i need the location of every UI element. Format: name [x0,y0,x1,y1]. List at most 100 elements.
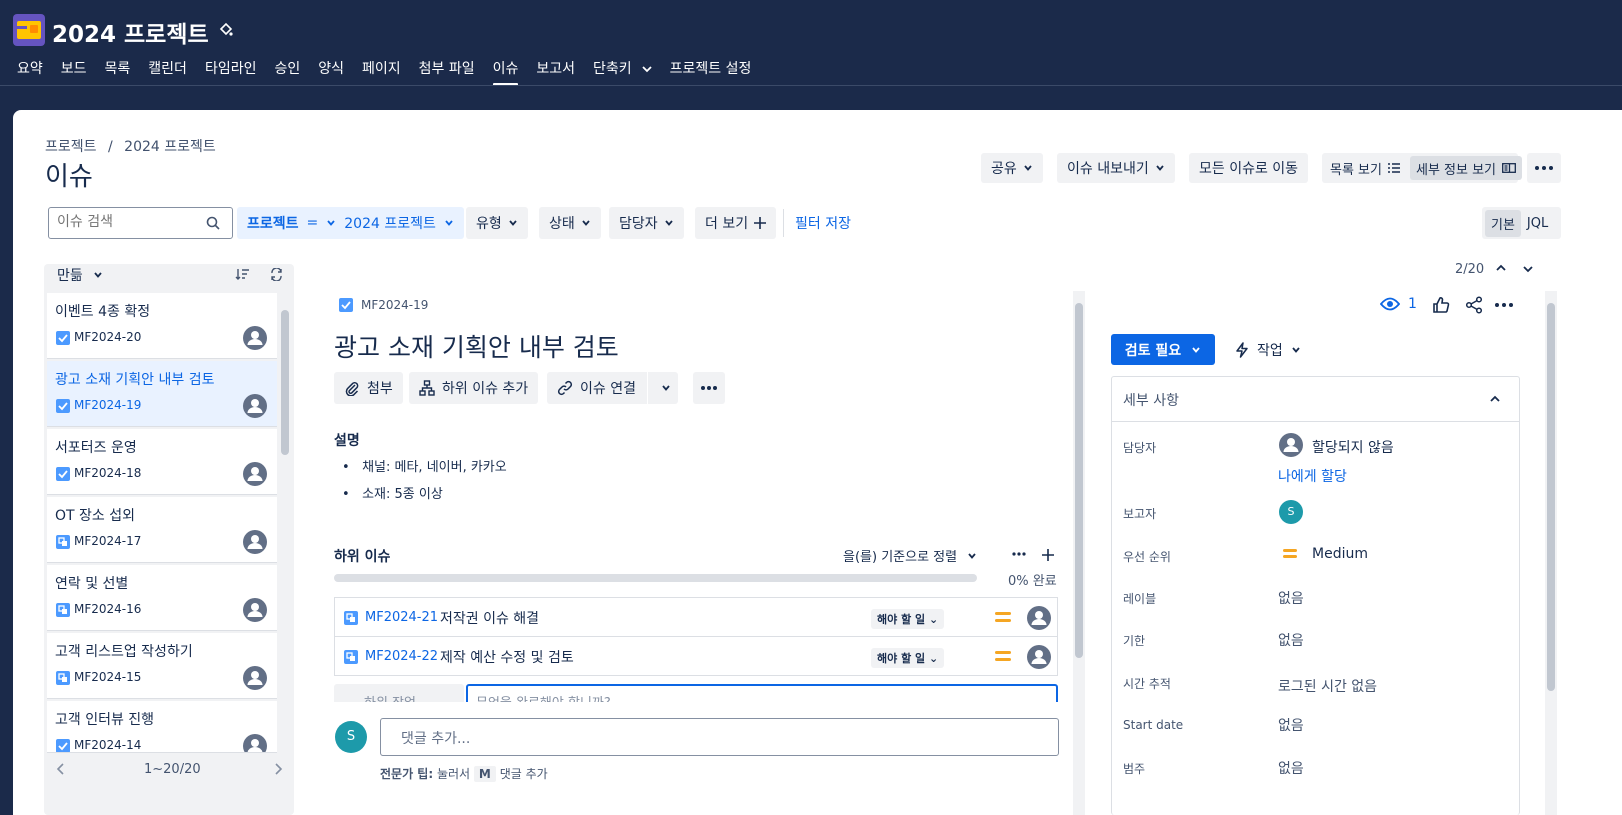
more-icon[interactable] [1012,552,1026,556]
project-nav: 요약 보드 목록 캘린더 타임라인 승인 양식 페이지 첨부 파일 이슈 보고서… [8,57,761,86]
export-issues-button[interactable]: 이슈 내보내기 [1057,153,1175,183]
due-date-value[interactable]: 없음 [1278,630,1304,650]
start-date-value[interactable]: 없음 [1278,715,1304,735]
nav-project-settings[interactable]: 프로젝트 설정 [661,57,761,85]
sidebar-scroll-thumb[interactable] [1547,303,1555,691]
chevron-up-icon[interactable] [1490,395,1500,403]
nav-forms[interactable]: 양식 [309,57,353,85]
breadcrumb-project[interactable]: 2024 프로젝트 [124,139,216,155]
chevron-down-icon[interactable] [1523,265,1533,273]
assign-to-me-link[interactable]: 나에게 할당 [1278,466,1347,486]
comment-input[interactable]: 댓글 추가... [380,718,1059,756]
more-actions-button[interactable] [1527,153,1561,183]
link-issue-label: 이슈 연결 [580,381,636,397]
breadcrumb-projects[interactable]: 프로젝트 [45,139,97,155]
nav-calendar[interactable]: 캘린더 [139,57,196,85]
watch-button[interactable]: 1 [1380,296,1417,312]
type-filter[interactable]: 유형 [466,207,528,239]
nav-issues[interactable]: 이슈 [484,57,528,86]
child-issue-summary[interactable]: 제작 예산 수정 및 검토 [440,647,574,667]
priority-value[interactable]: Medium [1312,546,1368,562]
nav-reports[interactable]: 보고서 [527,57,584,85]
list-item[interactable]: 고객 인터뷰 진행 MF2024-14 [47,701,277,753]
detail-scroll-thumb[interactable] [1075,303,1083,658]
breadcrumb: 프로젝트 / 2024 프로젝트 [45,136,216,156]
list-item[interactable]: OT 장소 섭외 MF2024-17 [47,497,277,563]
avatar[interactable] [1027,645,1051,669]
project-filter-operator[interactable]: = [307,215,319,231]
issue-key[interactable]: MF2024-19 [361,298,428,312]
list-view-button[interactable]: 목록 보기 [1330,159,1410,178]
share-button[interactable]: 공유 [981,153,1043,183]
basic-mode-button[interactable]: 기본 [1485,209,1521,237]
sort-order-icon[interactable] [235,268,249,280]
child-create-input[interactable]: 무엇을 완료해야 합니까? [466,684,1058,702]
child-type-select[interactable]: 하위 작업 [334,684,464,702]
nav-list[interactable]: 목록 [96,57,140,85]
time-tracking-value[interactable]: 로그된 시간 없음 [1278,676,1377,696]
issue-search-input[interactable] [49,208,199,236]
assignee-value[interactable]: 할당되지 않음 [1312,437,1394,457]
chevron-down-icon[interactable] [655,383,677,393]
table-row[interactable]: MF2024-22 제작 예산 수정 및 검토 해야 할 일 ⌄ [334,636,1058,676]
reporter-avatar[interactable]: S [1279,500,1303,524]
assignee-filter[interactable]: 담당자 [609,207,684,239]
description-item[interactable]: • 채널: 메타, 네이버, 카카오 [342,456,507,475]
chevron-down-icon [444,218,454,228]
refresh-icon[interactable] [270,268,283,281]
go-all-issues-button[interactable]: 모든 이슈로 이동 [1189,153,1309,183]
chevron-right-icon[interactable] [273,763,283,775]
list-sort-dropdown[interactable]: 만듦 [57,265,103,285]
chevron-up-icon[interactable] [1496,264,1506,272]
nav-board[interactable]: 보드 [52,57,96,85]
status-button[interactable]: 검토 필요 [1111,334,1215,365]
link-issue-button[interactable]: 이슈 연결 [547,372,678,404]
list-item[interactable]: 이벤트 4종 확정 MF2024-20 [47,293,277,359]
nav-shortcuts[interactable]: 단축키 [584,57,661,85]
list-item-selected[interactable]: 광고 소재 기획안 내부 검토 MF2024-19 [47,361,277,427]
automation-button[interactable]: 작업 [1235,340,1301,360]
status-dropdown[interactable]: 해야 할 일 ⌄ [871,609,945,629]
child-sort-dropdown[interactable]: 을(를) 기준으로 정렬 [843,546,977,565]
more-filters-button[interactable]: 더 보기 [695,207,777,239]
list-item[interactable]: 연락 및 선별 MF2024-16 [47,565,277,631]
priority-medium-icon [995,649,1011,663]
chevron-left-icon[interactable] [56,763,66,775]
category-value[interactable]: 없음 [1278,758,1304,778]
more-icon[interactable] [1495,303,1513,307]
more-icon [1535,166,1553,170]
description-item-text: 소재: 5종 이상 [362,487,443,502]
project-filter[interactable]: 프로젝트 = 2024 프로젝트 [237,207,464,239]
detail-view-button[interactable]: 세부 정보 보기 [1409,156,1523,180]
list-item[interactable]: 서포터즈 운영 MF2024-18 [47,429,277,495]
plus-icon[interactable] [1041,548,1055,562]
status-filter[interactable]: 상태 [539,207,601,239]
child-issue-key[interactable]: MF2024-21 [365,610,438,625]
nav-pages[interactable]: 페이지 [353,57,410,85]
child-issue-summary[interactable]: 저작권 이슈 해결 [440,608,539,628]
share-icon[interactable] [1465,296,1483,314]
issue-title[interactable]: 광고 소재 기획안 내부 검토 [334,328,619,364]
list-item[interactable]: 고객 리스트업 작성하기 MF2024-15 [47,633,277,699]
child-issue-key[interactable]: MF2024-22 [365,649,438,664]
nav-timeline[interactable]: 타임라인 [196,57,266,85]
avatar [243,530,267,554]
nav-attachments[interactable]: 첨부 파일 [410,57,484,85]
jql-mode-button[interactable]: JQL [1521,212,1554,235]
labels-value[interactable]: 없음 [1278,588,1304,608]
description-item[interactable]: • 소재: 5종 이상 [342,483,443,502]
table-row[interactable]: MF2024-21 저작권 이슈 해결 해야 할 일 ⌄ [334,597,1058,637]
avatar[interactable] [1027,606,1051,630]
description-item-text: 채널: 메타, 네이버, 카카오 [362,460,507,475]
paint-bucket-icon[interactable] [218,22,234,38]
nav-summary[interactable]: 요약 [8,57,52,85]
nav-approval[interactable]: 승인 [265,57,309,85]
list-scroll-thumb[interactable] [281,310,289,455]
attach-button[interactable]: 첨부 [334,372,403,404]
more-actions-button[interactable] [693,372,725,404]
project-logo-icon[interactable] [13,14,45,46]
add-child-issue-button[interactable]: 하위 이슈 추가 [409,372,539,404]
status-dropdown[interactable]: 해야 할 일 ⌄ [871,648,945,668]
thumbs-up-icon[interactable] [1432,296,1450,314]
save-filter-link[interactable]: 필터 저장 [795,213,851,233]
